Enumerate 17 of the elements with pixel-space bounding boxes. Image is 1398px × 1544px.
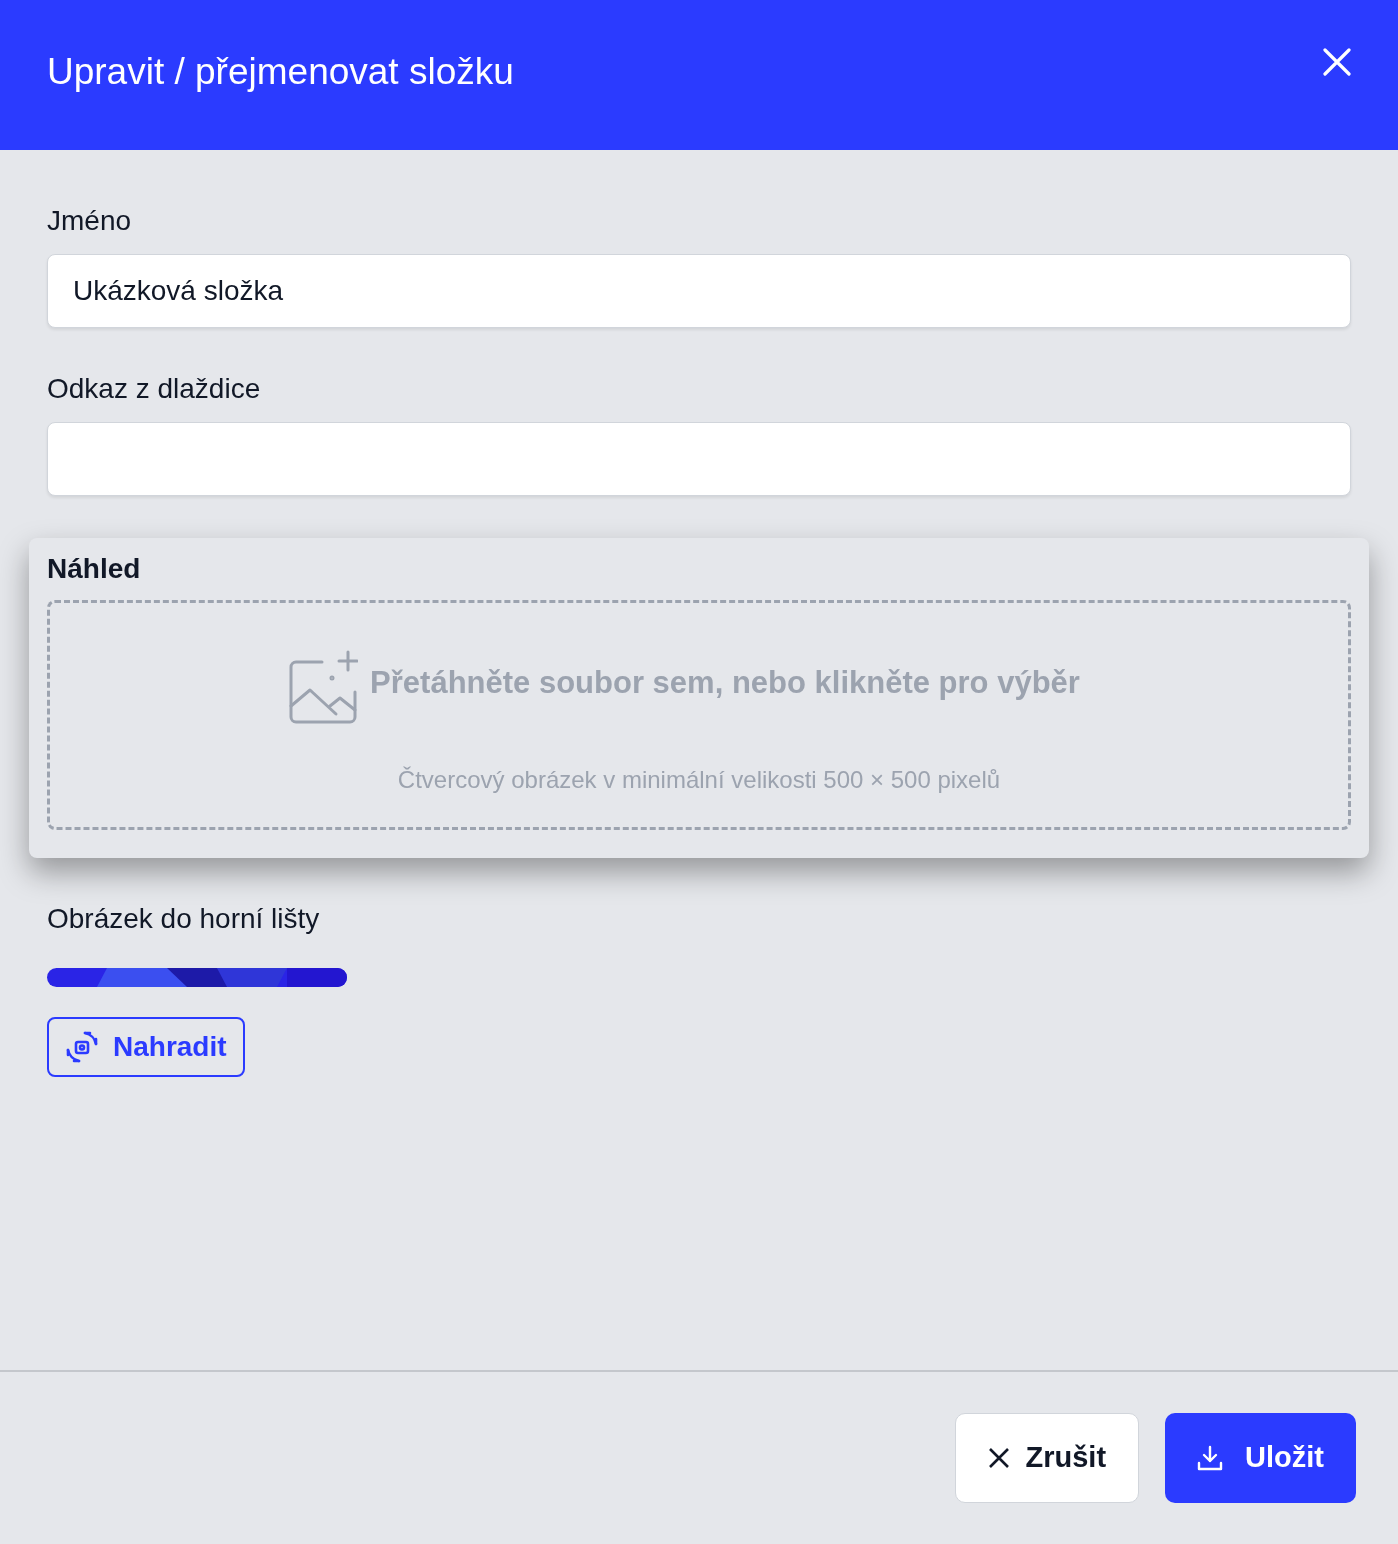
rotate-image-icon [65, 1030, 99, 1064]
input-field[interactable] [47, 422, 1351, 496]
save-button[interactable]: Uložit [1165, 1413, 1356, 1503]
dropzone-title: Přetáhněte soubor sem, nebo klikněte pro výběr [370, 663, 1080, 702]
dialog-title: Upravit / přejmenovat složku [47, 50, 514, 94]
add-image-icon [288, 648, 359, 724]
input-field[interactable]: Ukázková složka [47, 254, 1351, 328]
close-icon [987, 1447, 1010, 1469]
section-label: Náhled [47, 552, 142, 586]
dropzone-hint: Čtvercový obrázek v minimální velikosti 500 × 500 pixelů [397, 765, 1001, 795]
cancel-button[interactable]: Zrušit [954, 1413, 1140, 1503]
field-label: Odkaz z dlaždice [47, 372, 262, 406]
section-label: Obrázek do horní lišty [47, 902, 320, 936]
download-icon [1197, 1445, 1224, 1471]
field-label: Jméno [47, 204, 133, 238]
replace-button[interactable]: Nahradit [47, 1017, 245, 1077]
close-button[interactable] [1323, 48, 1351, 76]
